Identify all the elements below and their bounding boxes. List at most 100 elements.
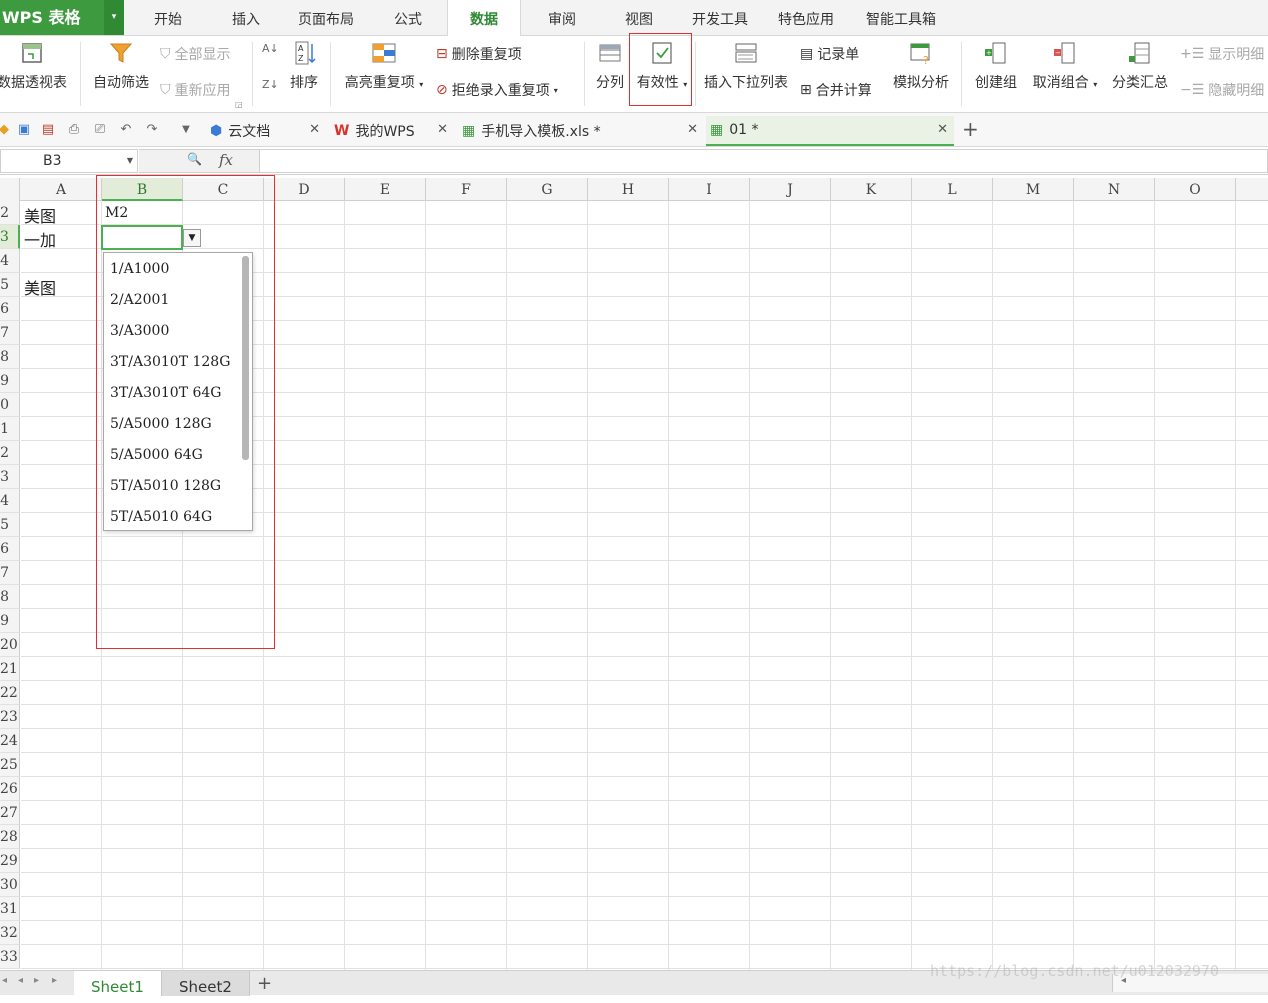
undo-icon[interactable]: ↶ (118, 122, 134, 138)
row-header[interactable]: 9 (0, 609, 20, 633)
quick-access-chevron-down-icon[interactable]: ▼ (178, 122, 194, 138)
tab-data[interactable]: 数据 (447, 0, 521, 37)
insert-function-icon[interactable]: fx (219, 151, 233, 169)
cell-A2[interactable]: 美图 (24, 203, 56, 227)
row-header[interactable]: 0 (0, 393, 20, 417)
row-header[interactable]: 21 (0, 657, 20, 681)
add-sheet-plus-icon[interactable]: + (257, 973, 272, 994)
row-header[interactable]: 6 (0, 297, 20, 321)
row-header[interactable]: 32 (0, 921, 20, 945)
zoom-magnifier-icon[interactable]: 🔍 (187, 152, 202, 166)
new-tab-plus-icon[interactable]: + (962, 117, 979, 141)
row-header[interactable]: 7 (0, 321, 20, 345)
dropdown-option[interactable]: 2/A2001 (110, 285, 169, 316)
save-icon[interactable]: ▣ (16, 122, 32, 138)
column-header-N[interactable]: N (1074, 178, 1155, 201)
sort-desc-icon[interactable]: Z↓ (262, 78, 279, 91)
row-header[interactable]: 2 (0, 441, 20, 465)
close-icon[interactable]: ✕ (687, 122, 698, 137)
sheet-tab-sheet1[interactable]: Sheet1 (74, 971, 162, 996)
column-header-I[interactable]: I (669, 178, 750, 201)
tab-page-layout[interactable]: 页面布局 (290, 0, 362, 36)
tab-special-apps[interactable]: 特色应用 (770, 0, 842, 36)
row-header[interactable]: 20 (0, 633, 20, 657)
highlight-duplicates-button[interactable]: 高亮重复项 ▾ (340, 40, 428, 92)
doc-tab-my-wps[interactable]: W 我的WPS ✕ (330, 116, 454, 146)
sort-button[interactable]: A Z 排序 (286, 40, 322, 92)
close-icon[interactable]: ✕ (937, 122, 948, 137)
row-header[interactable]: 3 (0, 465, 20, 489)
autofilter-button[interactable]: 自动筛选 (88, 40, 154, 92)
row-header[interactable]: 28 (0, 825, 20, 849)
open-folder-icon[interactable]: ◆ (0, 122, 12, 138)
print-preview-icon[interactable]: ⎚ (92, 122, 108, 138)
doc-tab-01[interactable]: ▦ 01 * ✕ (706, 116, 954, 146)
row-header[interactable]: 23 (0, 705, 20, 729)
dialog-launcher-icon[interactable]: ◲ (235, 100, 243, 109)
column-header-L[interactable]: L (912, 178, 993, 201)
row-header[interactable]: 2 (0, 201, 20, 225)
doc-tab-cloud[interactable]: ⬢ 云文档 ✕ (206, 116, 326, 146)
reapply-button[interactable]: ⛉ 重新应用 (160, 80, 231, 100)
row-header[interactable]: 8 (0, 585, 20, 609)
row-header[interactable]: 7 (0, 561, 20, 585)
close-icon[interactable]: ✕ (309, 122, 320, 137)
row-header[interactable]: 27 (0, 801, 20, 825)
consolidate-button[interactable]: ⊞ 合并计算 (800, 80, 872, 100)
redo-icon[interactable]: ↷ (144, 122, 160, 138)
name-box[interactable]: B3 ▼ (0, 149, 138, 173)
row-header[interactable]: 29 (0, 849, 20, 873)
ungroup-button[interactable]: − 取消组合 ▾ (1028, 40, 1102, 92)
row-header[interactable]: 5 (0, 273, 20, 297)
dropdown-option[interactable]: 5T/A5010 128G (110, 471, 221, 502)
row-header[interactable]: 9 (0, 369, 20, 393)
active-cell-B3[interactable] (101, 225, 183, 250)
insert-dropdown-list-button[interactable]: 插入下拉列表 (700, 40, 792, 92)
column-header-D[interactable]: D (264, 178, 345, 201)
print-icon[interactable]: ⎙ (66, 122, 82, 138)
show-all-button[interactable]: ⛉ 全部显示 (160, 44, 231, 64)
row-header[interactable]: 30 (0, 873, 20, 897)
cell-A3[interactable]: 一加 (24, 227, 56, 251)
column-header-H[interactable]: H (588, 178, 669, 201)
remove-duplicates-button[interactable]: ⊟ 删除重复项 (436, 44, 522, 64)
create-group-button[interactable]: + 创建组 (968, 40, 1024, 92)
row-header[interactable]: 4 (0, 489, 20, 513)
reject-duplicates-button[interactable]: ⊘ 拒绝录入重复项 ▾ (436, 80, 558, 100)
row-header[interactable]: 22 (0, 681, 20, 705)
record-form-button[interactable]: ▤ 记录单 (800, 44, 859, 64)
tab-review[interactable]: 审阅 (534, 0, 590, 36)
row-header[interactable]: 31 (0, 897, 20, 921)
row-header[interactable]: 4 (0, 249, 20, 273)
cell-A5[interactable]: 美图 (24, 275, 56, 299)
tab-formula[interactable]: 公式 (380, 0, 436, 36)
row-header[interactable]: 1 (0, 417, 20, 441)
wps-app-button[interactable]: WPS 表格 (0, 0, 104, 35)
row-header[interactable]: 5 (0, 513, 20, 537)
row-header[interactable]: 3 (0, 225, 20, 249)
column-header-G[interactable]: G (507, 178, 588, 201)
next-sheet-icon[interactable]: ▸ (34, 975, 39, 986)
select-all-corner[interactable] (0, 178, 20, 201)
row-header[interactable]: 26 (0, 777, 20, 801)
cell-dropdown-chevron-down-icon[interactable]: ▼ (183, 229, 201, 247)
sheet-tab-sheet2[interactable]: Sheet2 (162, 971, 250, 996)
column-header-E[interactable]: E (345, 178, 426, 201)
row-header[interactable]: 24 (0, 729, 20, 753)
formula-input[interactable] (259, 149, 1268, 173)
show-detail-button[interactable]: +☰ 显示明细 (1180, 44, 1264, 64)
last-sheet-icon[interactable]: ▸ (52, 975, 57, 986)
column-header-O[interactable]: O (1155, 178, 1236, 201)
dropdown-option[interactable]: 3/A3000 (110, 316, 169, 347)
cell-B2[interactable]: M2 (105, 205, 128, 221)
app-menu-chevron-icon[interactable]: ▾ (104, 0, 124, 35)
column-header-A[interactable]: A (21, 178, 102, 201)
what-if-analysis-button[interactable]: ? 模拟分析 (888, 40, 954, 92)
dropdown-option[interactable]: 3T/A3010T 64G (110, 378, 222, 409)
dropdown-option[interactable]: 5/A5000 128G (110, 409, 212, 440)
hide-detail-button[interactable]: −☰ 隐藏明细 (1180, 80, 1264, 100)
column-header-C[interactable]: C (183, 178, 264, 201)
dropdown-scrollbar[interactable] (242, 256, 249, 460)
column-header-M[interactable]: M (993, 178, 1074, 201)
column-header-J[interactable]: J (750, 178, 831, 201)
